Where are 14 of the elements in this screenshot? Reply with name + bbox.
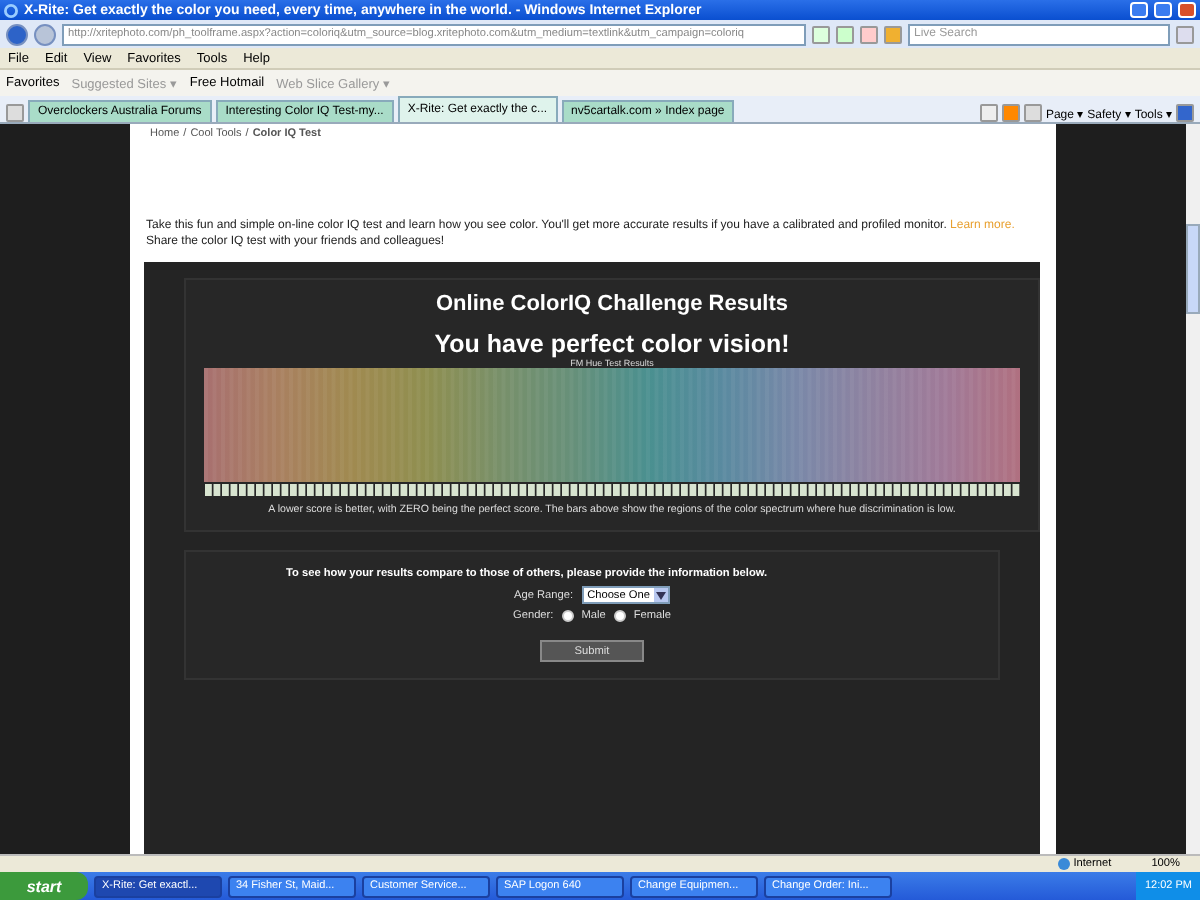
globe-icon: [4, 3, 18, 17]
radio-button[interactable]: [561, 610, 574, 622]
results-headline: You have perfect color vision!: [434, 330, 790, 358]
scrollbar[interactable]: [1186, 124, 1200, 854]
radio-button[interactable]: [613, 610, 626, 622]
back-button[interactable]: [6, 23, 28, 45]
maximize-button[interactable]: [1154, 2, 1172, 18]
minimize-button[interactable]: [1130, 2, 1148, 18]
start-button[interactable]: start: [0, 872, 88, 900]
forward-button[interactable]: [34, 23, 56, 45]
results-title: Online ColorIQ Challenge Results: [435, 292, 789, 316]
globe-icon: [1057, 858, 1070, 870]
close-button[interactable]: [1178, 2, 1196, 18]
dropdown-caret-icon: [655, 591, 666, 599]
